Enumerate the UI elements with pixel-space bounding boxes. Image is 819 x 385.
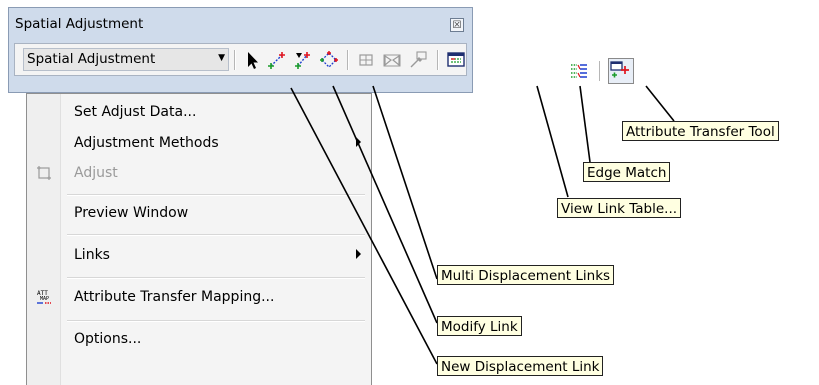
identity-link-icon xyxy=(383,54,401,67)
menu-item-adjustment-methods[interactable]: Adjustment Methods xyxy=(27,128,371,158)
spatial-adjustment-toolbar-window: Spatial Adjustment ☒ Spatial Adjustment … xyxy=(8,7,473,93)
limited-area-icon xyxy=(359,54,373,66)
callout-new-displacement-link: New Displacement Link xyxy=(437,356,604,376)
menu-item-label: Preview Window xyxy=(74,205,189,221)
new-identity-link-tool[interactable] xyxy=(381,49,403,71)
menu-item-adjust[interactable]: Adjust xyxy=(27,158,371,188)
spatial-adjustment-menu: Set Adjust Data... Adjustment Methods Ad… xyxy=(26,93,372,385)
view-link-table-tool[interactable] xyxy=(445,49,467,71)
dropdown-label: Spatial Adjustment xyxy=(27,51,156,67)
menu-item-label: Adjustment Methods xyxy=(74,135,219,151)
multi-link-icon xyxy=(320,51,338,68)
attribute-mapping-icon: ATT MAP xyxy=(35,288,53,306)
toolbar-separator xyxy=(347,50,349,70)
callout-attribute-transfer-tool: Attribute Transfer Tool xyxy=(622,121,779,141)
toolbar-separator xyxy=(599,61,601,81)
callout-modify-link: Modify Link xyxy=(437,316,522,336)
menu-item-links[interactable]: Links xyxy=(27,240,371,270)
close-button[interactable]: ☒ xyxy=(450,18,464,32)
modify-link-icon xyxy=(295,52,310,69)
select-elements-tool[interactable] xyxy=(242,49,264,71)
menu-separator xyxy=(67,234,365,236)
clear-area-icon xyxy=(410,51,427,68)
svg-text:MAP: MAP xyxy=(40,296,49,302)
menu-item-label: Options... xyxy=(74,331,142,347)
submenu-arrow-icon xyxy=(356,249,361,259)
window-title: Spatial Adjustment xyxy=(15,16,144,32)
toolbar-separator xyxy=(437,50,439,70)
new-displacement-link-tool[interactable] xyxy=(266,49,288,71)
menu-separator xyxy=(67,277,365,279)
menu-separator xyxy=(67,320,365,322)
menu-item-label: Set Adjust Data... xyxy=(74,104,197,120)
modify-link-tool[interactable] xyxy=(292,49,314,71)
menu-item-preview-window[interactable]: Preview Window xyxy=(27,198,371,228)
menu-item-attribute-transfer-mapping[interactable]: ATT MAP Attribute Transfer Mapping... xyxy=(27,282,371,312)
edge-match-tool[interactable] xyxy=(568,60,590,82)
callout-view-link-table: View Link Table... xyxy=(557,198,682,218)
spatial-adjustment-dropdown[interactable]: Spatial Adjustment ▼ xyxy=(23,48,229,71)
menu-item-label: Adjust xyxy=(74,165,118,181)
callout-edge-match: Edge Match xyxy=(583,162,671,182)
clear-limited-adjustment-area-tool[interactable] xyxy=(407,49,429,71)
submenu-arrow-icon xyxy=(356,137,361,147)
attribute-transfer-icon xyxy=(610,61,629,78)
attribute-transfer-tool[interactable] xyxy=(608,58,634,84)
multi-displacement-links-tool[interactable] xyxy=(318,49,340,71)
menu-item-set-adjust-data[interactable]: Set Adjust Data... xyxy=(27,97,371,127)
table-icon xyxy=(447,52,465,67)
menu-item-options[interactable]: Options... xyxy=(27,324,371,354)
menu-item-label: Attribute Transfer Mapping... xyxy=(74,289,275,305)
new-link-icon xyxy=(268,52,285,69)
callout-multi-displacement-links: Multi Displacement Links xyxy=(437,265,615,285)
adjust-icon xyxy=(35,164,53,182)
toolbar-separator xyxy=(234,50,236,70)
menu-separator xyxy=(67,194,365,196)
arrow-icon xyxy=(248,52,258,69)
menu-item-label: Links xyxy=(74,247,110,263)
toolbar: Spatial Adjustment ▼ xyxy=(14,43,467,76)
chevron-down-icon: ▼ xyxy=(218,53,225,63)
new-limited-adjustment-area-tool[interactable] xyxy=(355,49,377,71)
edge-match-icon xyxy=(571,64,587,78)
